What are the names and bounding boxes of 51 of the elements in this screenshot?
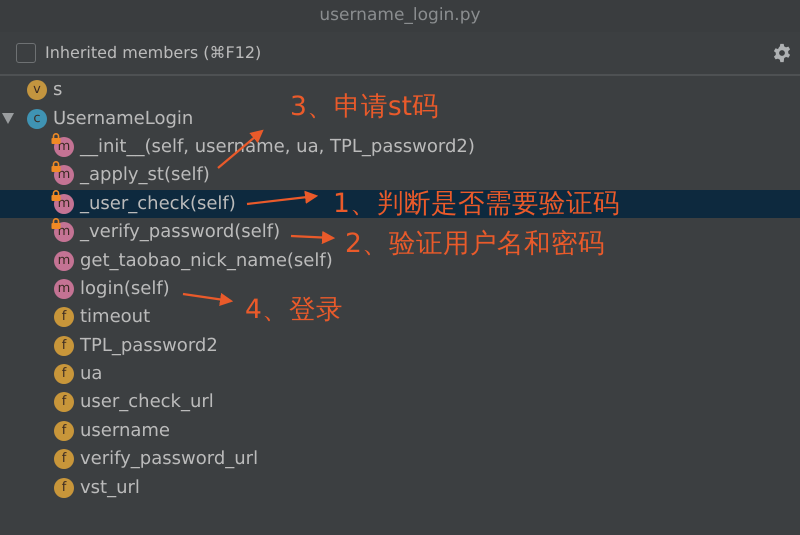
- tree-row[interactable]: m get_taobao_nick_name(self): [0, 246, 333, 275]
- window-title: username_login.py: [319, 4, 481, 28]
- tree-row[interactable]: f username: [0, 416, 170, 446]
- method-icon: m: [54, 278, 74, 299]
- annotation-text: 2、验证用户名和密码: [345, 231, 605, 258]
- annotation-text: 4、登录: [245, 297, 343, 324]
- settings-icon[interactable]: [772, 43, 792, 63]
- tree-item-label: timeout: [80, 308, 150, 326]
- field-icon: f: [54, 392, 74, 412]
- tree-item-label: vst_url: [80, 478, 140, 497]
- tree-row[interactable]: f user_check_url: [0, 388, 214, 417]
- method-icon: m: [54, 250, 74, 271]
- tree-item-label: user_check_url: [80, 393, 214, 412]
- tree-item-label: s: [53, 81, 62, 100]
- tree-item-label: verify_password_url: [80, 450, 258, 468]
- annotation-arrow: [182, 292, 234, 306]
- annotation-arrow: [290, 230, 336, 244]
- tree-row[interactable]: f vst_url: [0, 473, 140, 502]
- tree-row[interactable]: f timeout: [0, 303, 150, 332]
- tree-item-label: get_taobao_nick_name(self): [80, 252, 333, 270]
- annotation-text: 1、判断是否需要验证码: [333, 190, 620, 218]
- checkbox-label: Inherited members (⌘F12): [45, 42, 262, 64]
- tree-row[interactable]: m _verify_password(self): [0, 218, 280, 246]
- tree-row[interactable]: m _user_check(self) 1、判断是否需要验证码: [0, 190, 800, 218]
- tree-row[interactable]: c UsernameLogin: [0, 104, 194, 133]
- expanded-triangle-icon[interactable]: [2, 113, 14, 124]
- tree-item-label: _apply_st(self): [80, 166, 210, 184]
- tree-item-label: login(self): [80, 280, 170, 298]
- tree-row[interactable]: f ua: [0, 360, 102, 388]
- tree-item-label: TPL_password2: [80, 336, 218, 355]
- tree-row[interactable]: m _apply_st(self): [0, 161, 210, 190]
- field-icon: f: [54, 336, 74, 356]
- variable-icon: v: [27, 80, 47, 100]
- tree-row[interactable]: m login(self): [0, 274, 170, 304]
- field-icon: f: [54, 420, 74, 441]
- tree-row[interactable]: f TPL_password2: [0, 332, 218, 360]
- inherited-members-checkbox[interactable]: [16, 43, 36, 63]
- tree-item-label: _verify_password(self): [80, 223, 280, 242]
- class-icon: c: [27, 108, 47, 129]
- tree-item-label: UsernameLogin: [53, 110, 194, 128]
- field-icon: f: [54, 449, 74, 470]
- tree-item-label: ua: [80, 365, 102, 384]
- tree-item-label: username: [80, 422, 170, 440]
- tree-item-label: _user_check(self): [80, 194, 236, 213]
- tree-row[interactable]: v s: [0, 76, 62, 104]
- annotation-text: 3、申请st码: [290, 94, 440, 120]
- annotation-arrow: [246, 190, 318, 206]
- field-icon: f: [54, 307, 74, 328]
- field-icon: f: [54, 478, 74, 498]
- tree-row[interactable]: f verify_password_url: [0, 445, 258, 474]
- field-icon: f: [54, 364, 74, 384]
